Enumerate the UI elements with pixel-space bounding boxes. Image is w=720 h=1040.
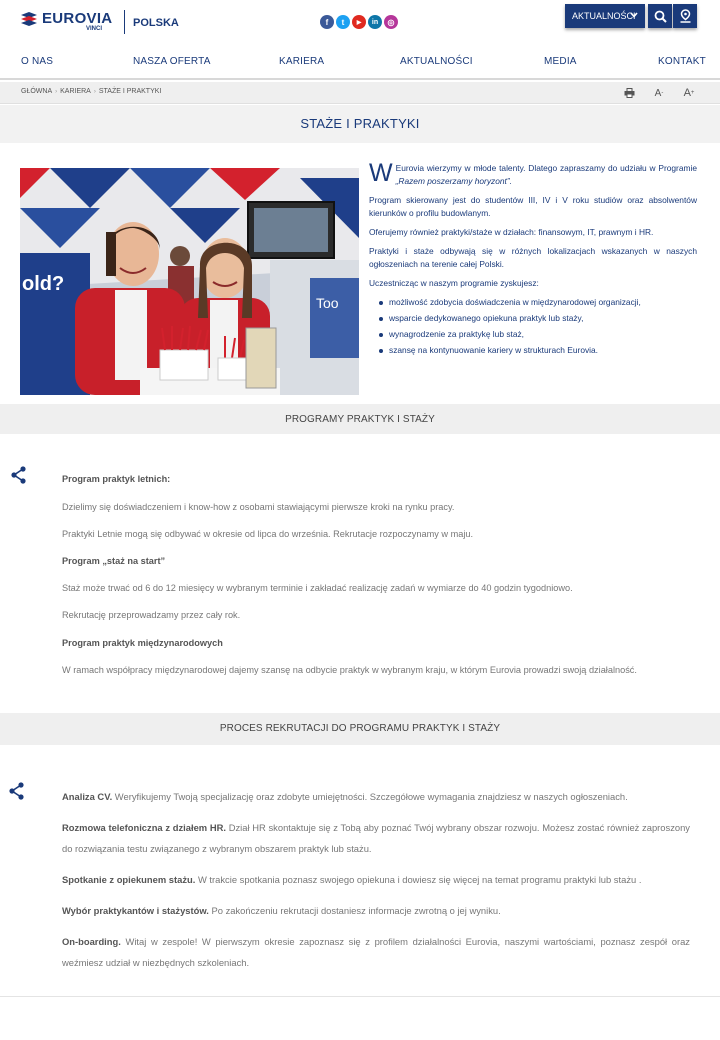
search-icon (654, 10, 667, 23)
map-pin-icon (680, 9, 690, 23)
breadcrumb-kariera[interactable]: KARIERA (60, 88, 91, 95)
page-tools: A- A + (622, 86, 696, 100)
page-title: STAŻE I PRAKTYKI (300, 116, 420, 131)
footer-divider (0, 996, 720, 997)
dropcap-letter: W (369, 159, 393, 187)
program-text: Staż może trwać od 6 do 12 miesięcy w wy… (62, 583, 573, 593)
breadcrumb-home[interactable]: GŁÓWNA (21, 88, 52, 95)
location-button[interactable] (673, 4, 697, 28)
facebook-icon[interactable]: f (320, 15, 334, 29)
section-band-programs: PROGRAMY PRAKTYK I STAŻY (0, 404, 720, 434)
intro-paragraph-3: Oferujemy również praktyki/staże w dział… (369, 227, 654, 237)
logo-divider (124, 10, 125, 34)
section-title-recruitment: PROCES REKRUTACJI DO PROGRAMU PRAKTYK I … (219, 723, 501, 734)
search-button[interactable] (648, 4, 672, 28)
hero-photo: Too old? (20, 168, 359, 395)
list-item: szansę na kontynuowanie kariery w strukt… (369, 344, 697, 357)
nav-item-media[interactable]: MEDIA (544, 56, 577, 67)
country-label: POLSKA (133, 17, 179, 29)
youtube-icon[interactable]: ▶ (352, 15, 366, 29)
benefits-list: możliwość zdobycia doświadczenia w międz… (369, 296, 697, 357)
recruitment-step: On-boarding. Witaj w zespole! W pierwszy… (62, 936, 690, 968)
program-text: Praktyki Letnie mogą się odbywać w okres… (62, 529, 474, 539)
breadcrumb-current: STAŻE I PRAKTYKI (98, 88, 162, 95)
nav-item-o-nas[interactable]: O NAS (21, 56, 53, 67)
svg-text:Too: Too (316, 295, 339, 311)
recruitment-steps: Analiza CV. Weryfikujemy Twoją specjaliz… (62, 786, 690, 983)
intro-paragraph-2: Program skierowany jest do studentów III… (369, 195, 697, 218)
recruitment-step: Analiza CV. Weryfikujemy Twoją specjaliz… (62, 791, 628, 802)
nav-item-nasza-oferta[interactable]: NASZA OFERTA (133, 56, 211, 67)
eurovia-logo[interactable]: EUROVIA VINCI (20, 10, 120, 34)
intro-paragraph-5: Uczestnicząc w naszym programie zyskujes… (369, 278, 539, 288)
nav-item-aktualnosci[interactable]: AKTUALNOŚCI (400, 56, 473, 67)
page-title-band: STAŻE I PRAKTYKI (0, 105, 720, 143)
svg-text:old?: old? (22, 273, 64, 295)
logo-vinci: VINCI (86, 26, 103, 32)
section-band-recruitment: PROCES REKRUTACJI DO PROGRAMU PRAKTYK I … (0, 713, 720, 745)
logo-mark-icon (21, 12, 37, 26)
programs-content: Program praktyk letnich: Dzielimy się do… (62, 474, 697, 684)
chevron-down-icon (630, 12, 638, 18)
intro-text: W Eurovia wierzymy w młode talenty. Dlat… (369, 159, 697, 360)
top-header: EUROVIA VINCI POLSKA f t ▶ in ◎ AKTUALNO… (0, 0, 720, 44)
list-item: wsparcie dedykowanego opiekuna praktyk l… (369, 312, 697, 325)
breadcrumb-separator: › (93, 88, 96, 95)
nav-item-kariera[interactable]: KARIERA (279, 56, 324, 67)
list-item: możliwość zdobycia doświadczenia w międz… (369, 296, 697, 309)
print-icon[interactable] (622, 86, 636, 100)
recruitment-step: Spotkanie z opiekunem stażu. W trakcie s… (62, 874, 642, 885)
twitter-icon[interactable]: t (336, 15, 350, 29)
font-decrease-icon[interactable]: A- (652, 86, 666, 100)
program-text: Dzielimy się doświadczeniem i know-how z… (62, 502, 455, 512)
program-heading-summer: Program praktyk letnich: (62, 474, 171, 484)
program-heading-start: Program „staż na start” (62, 556, 166, 566)
breadcrumb-bar: GŁÓWNA › KARIERA › STAŻE I PRAKTYKI A- A… (0, 82, 720, 104)
intro-paragraph-1: W Eurovia wierzymy w młode talenty. Dlat… (369, 159, 697, 188)
recruitment-step: Rozmowa telefoniczna z działem HR. Dział… (62, 822, 690, 854)
program-heading-international: Program praktyk międzynarodowych (62, 638, 223, 648)
breadcrumb-separator: › (55, 88, 58, 95)
main-nav: O NAS NASZA OFERTA KARIERA AKTUALNOŚCI M… (0, 44, 720, 80)
recruitment-step: Wybór praktykantów i stażystów. Po zakoń… (62, 905, 501, 916)
instagram-icon[interactable]: ◎ (384, 15, 398, 29)
news-button-label: AKTUALNOŚCI (572, 11, 636, 21)
breadcrumb: GŁÓWNA › KARIERA › STAŻE I PRAKTYKI (21, 88, 161, 95)
section-title-programs: PROGRAMY PRAKTYK I STAŻY (285, 414, 435, 425)
font-increase-icon[interactable]: A + (682, 86, 696, 100)
program-text: W ramach współpracy międzynarodowej daje… (62, 665, 637, 675)
intro-paragraph-4: Praktyki i staże odbywają się w różnych … (369, 246, 697, 269)
linkedin-icon[interactable]: in (368, 15, 382, 29)
program-name: „Razem poszerzamy horyzont”. (395, 176, 512, 186)
share-icon[interactable] (11, 466, 27, 484)
share-icon[interactable] (9, 782, 25, 800)
nav-item-kontakt[interactable]: KONTAKT (658, 56, 706, 67)
program-text: Rekrutację przeprowadzamy przez cały rok… (62, 610, 241, 620)
logo-wordmark: EUROVIA (42, 10, 113, 27)
social-links: f t ▶ in ◎ (320, 15, 398, 30)
intro-paragraph-1-text: Eurovia wierzymy w młode talenty. Dlateg… (395, 163, 697, 173)
news-dropdown-button[interactable]: AKTUALNOŚCI (565, 4, 645, 28)
list-item: wynagrodzenie za praktykę lub staż, (369, 328, 697, 341)
